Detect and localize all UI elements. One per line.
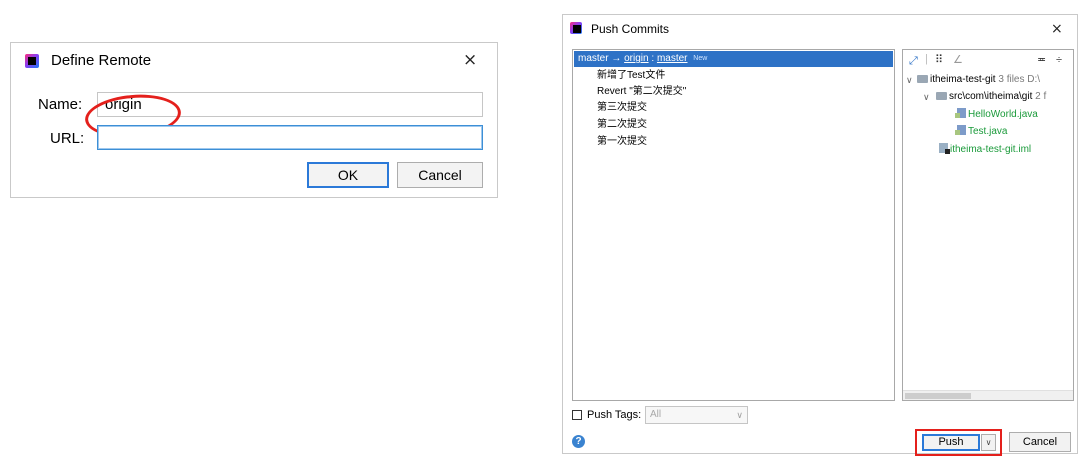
java-file-icon	[955, 108, 966, 118]
tree-file-node[interactable]: HelloWorld.java	[955, 108, 1038, 121]
chevron-down-icon[interactable]: ∨	[906, 75, 913, 86]
close-icon[interactable]: ×	[463, 52, 477, 69]
tree-file-node[interactable]: Test.java	[955, 125, 1007, 138]
cancel-button[interactable]: Cancel	[1009, 432, 1071, 452]
collapse-all-icon[interactable]: ÷	[1056, 54, 1062, 66]
edit-icon[interactable]: ∠	[953, 54, 963, 66]
push-tags-checkbox[interactable]	[572, 410, 582, 420]
toolbar-separator: |	[925, 53, 928, 65]
scrollbar-thumb[interactable]	[905, 393, 971, 399]
tree-module-file-node[interactable]: itheima-test-git.iml	[939, 143, 1031, 156]
define-remote-dialog: Define Remote × Name: URL: OK Cancel	[10, 42, 498, 198]
url-label: URL:	[50, 130, 85, 147]
commit-item[interactable]: Revert "第二次提交"	[597, 86, 686, 98]
tree-project-node[interactable]: itheima-test-git 3 files D:\	[917, 74, 1040, 86]
commit-item[interactable]: 第三次提交	[597, 102, 647, 114]
chevron-down-icon[interactable]: ∨	[923, 92, 930, 103]
push-tags-label: Push Tags:	[587, 409, 642, 421]
commit-item[interactable]: 第一次提交	[597, 136, 647, 148]
dialog-title: Define Remote	[51, 52, 152, 69]
commit-list-panel: master → origin : master New 新增了Test文件 R…	[572, 49, 895, 401]
folder-icon	[936, 92, 947, 100]
module-file-icon	[939, 143, 950, 154]
help-icon[interactable]: ?	[572, 435, 585, 448]
push-button[interactable]: Push	[922, 434, 980, 451]
commit-item[interactable]: 新增了Test文件	[597, 70, 665, 82]
java-file-icon	[955, 125, 966, 135]
commit-item[interactable]: 第二次提交	[597, 119, 647, 131]
push-tags-select[interactable]: All ∨	[645, 406, 748, 424]
local-branch: master	[578, 53, 609, 64]
folder-icon	[917, 75, 928, 83]
new-badge: New	[693, 55, 708, 62]
changes-tree-panel: ⤢ | ⠿ ∠ ≖ ÷ ∨ itheima-test-git 3 files D…	[902, 49, 1074, 401]
arrow-icon: →	[611, 53, 622, 64]
remote-name-link[interactable]: origin	[624, 53, 648, 64]
intellij-app-icon	[570, 22, 582, 34]
push-commits-dialog: Push Commits × master → origin : master …	[562, 14, 1078, 456]
cancel-button[interactable]: Cancel	[397, 162, 483, 188]
push-highlight-annotation: Push ∨	[915, 429, 1002, 456]
remote-branch-link[interactable]: master	[657, 53, 688, 64]
dropdown-arrow-icon: ∨	[736, 410, 743, 420]
group-by-icon[interactable]: ⠿	[935, 54, 943, 66]
close-icon[interactable]: ×	[1051, 22, 1063, 36]
url-input[interactable]	[97, 125, 483, 150]
ok-button[interactable]: OK	[307, 162, 389, 188]
name-label: Name:	[38, 96, 83, 113]
chevron-down-icon: ∨	[985, 438, 992, 447]
tree-package-node[interactable]: src\com\itheima\git 2 f	[936, 91, 1046, 103]
branch-row[interactable]: master → origin : master New	[574, 51, 893, 67]
push-options-dropdown[interactable]: ∨	[981, 434, 996, 451]
horizontal-scrollbar[interactable]	[903, 390, 1073, 400]
dialog-title: Push Commits	[591, 22, 670, 36]
intellij-app-icon	[25, 54, 39, 68]
branch-separator: :	[651, 53, 655, 64]
expand-all-icon[interactable]: ≖	[1037, 54, 1046, 66]
name-input[interactable]	[97, 92, 483, 117]
pin-icon[interactable]: ⤢	[909, 55, 918, 67]
